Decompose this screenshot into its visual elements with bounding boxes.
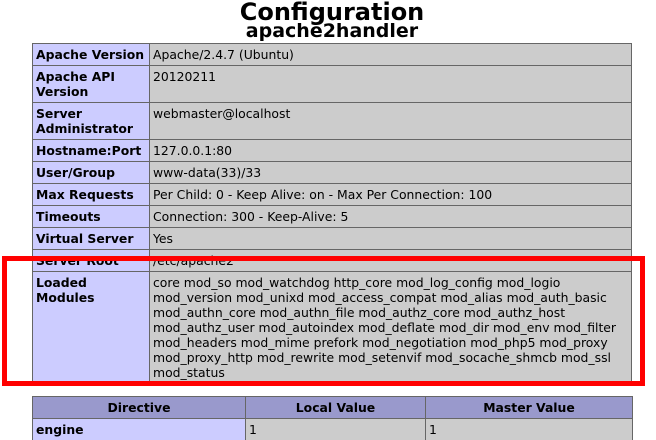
- row-label: Hostname:Port: [32, 139, 150, 162]
- row-value: 127.0.0.1:80: [149, 139, 632, 162]
- row-label: User/Group: [32, 161, 150, 184]
- directive-name: engine: [32, 418, 246, 440]
- table-row: Server Root /etc/apache2: [32, 249, 632, 272]
- table-header-row: Directive Local Value Master Value: [32, 396, 633, 419]
- table-row: Apache Version Apache/2.4.7 (Ubuntu): [32, 43, 632, 66]
- column-header-local-value: Local Value: [245, 396, 426, 419]
- config-table: Apache Version Apache/2.4.7 (Ubuntu) Apa…: [32, 43, 632, 384]
- row-value: Yes: [149, 227, 632, 250]
- row-label: Server Root: [32, 249, 150, 272]
- table-row: engine 1 1: [32, 418, 633, 440]
- table-row: Max Requests Per Child: 0 - Keep Alive: …: [32, 183, 632, 206]
- page-subtitle: apache2handler: [245, 20, 419, 42]
- row-value: /etc/apache2: [149, 249, 632, 272]
- row-value: www-data(33)/33: [149, 161, 632, 184]
- master-value: 1: [425, 418, 633, 440]
- row-label: Virtual Server: [32, 227, 150, 250]
- directive-table: Directive Local Value Master Value engin…: [32, 396, 633, 440]
- row-value: 20120211: [149, 65, 632, 103]
- row-label: Apache Version: [32, 43, 150, 66]
- row-value: Apache/2.4.7 (Ubuntu): [149, 43, 632, 66]
- row-value: Per Child: 0 - Keep Alive: on - Max Per …: [149, 183, 632, 206]
- table-row-loaded-modules: Loaded Modules core mod_so mod_watchdog …: [32, 271, 632, 384]
- row-label: Server Administrator: [32, 102, 150, 140]
- row-value: webmaster@localhost: [149, 102, 632, 140]
- loaded-modules-value: core mod_so mod_watchdog http_core mod_l…: [149, 271, 632, 384]
- row-value: Connection: 300 - Keep-Alive: 5: [149, 205, 632, 228]
- column-header-master-value: Master Value: [425, 396, 633, 419]
- table-row: Apache API Version 20120211: [32, 65, 632, 103]
- row-label: Apache API Version: [32, 65, 150, 103]
- local-value: 1: [245, 418, 426, 440]
- table-row: Timeouts Connection: 300 - Keep-Alive: 5: [32, 205, 632, 228]
- table-row: Hostname:Port 127.0.0.1:80: [32, 139, 632, 162]
- table-row: Virtual Server Yes: [32, 227, 632, 250]
- column-header-directive: Directive: [32, 396, 246, 419]
- row-label: Max Requests: [32, 183, 150, 206]
- table-row: Server Administrator webmaster@localhost: [32, 102, 632, 140]
- row-label: Loaded Modules: [32, 271, 150, 384]
- row-label: Timeouts: [32, 205, 150, 228]
- table-row: User/Group www-data(33)/33: [32, 161, 632, 184]
